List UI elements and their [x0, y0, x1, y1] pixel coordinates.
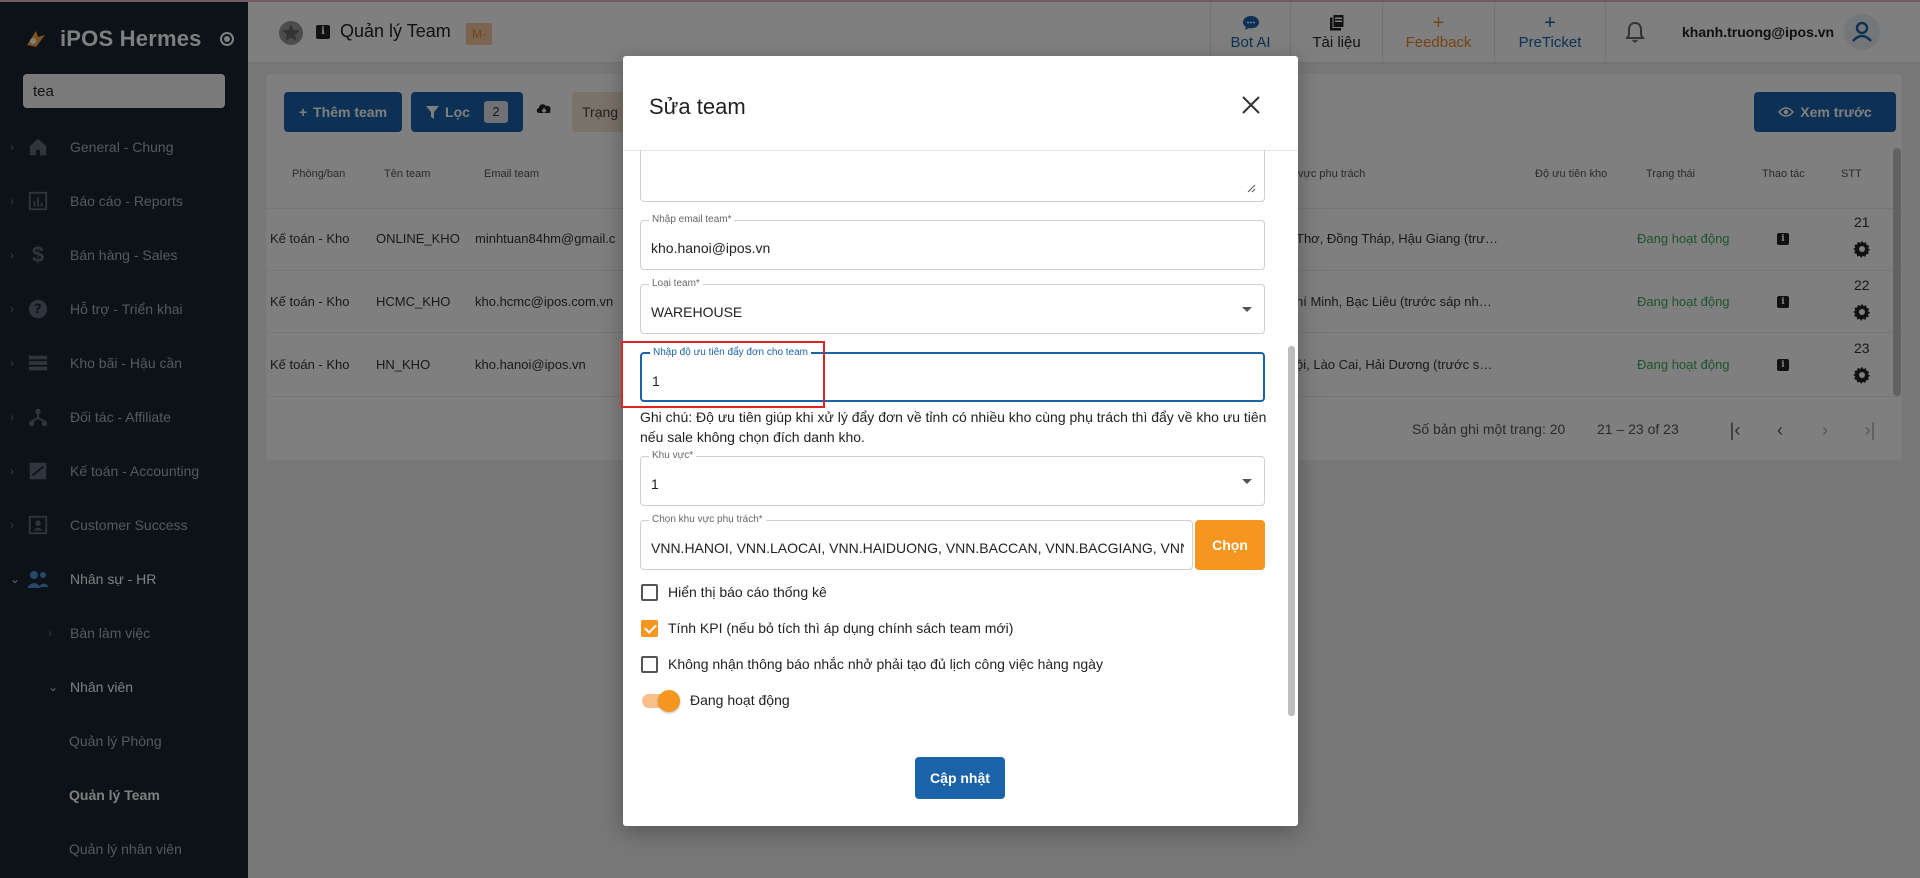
annotation-highlight-box [621, 341, 825, 408]
no-notify-checkbox-row[interactable]: Không nhận thông báo nhắc nhở phải tạo đ… [641, 654, 1103, 674]
edit-team-dialog: Sửa team Nhập email team* kho.hanoi@ipos… [623, 56, 1298, 826]
region-select[interactable]: Khu vực* 1 [640, 450, 1265, 506]
priority-hint: Ghi chú: Độ ưu tiên giúp khi xử lý đẩy đ… [640, 409, 1267, 445]
update-button[interactable]: Cập nhật [915, 757, 1005, 799]
no-notify-checkbox[interactable] [641, 655, 658, 673]
dialog-scrollbar[interactable] [1288, 346, 1295, 716]
description-textarea[interactable] [640, 150, 1265, 202]
no-notify-label: Không nhận thông báo nhắc nhở phải tạo đ… [668, 656, 1103, 672]
email-field[interactable]: Nhập email team* kho.hanoi@ipos.vn [640, 214, 1265, 270]
show-report-label: Hiển thị báo cáo thống kê [668, 584, 827, 600]
team-type-select[interactable]: Loại team* WAREHOUSE [640, 278, 1265, 334]
show-report-checkbox[interactable] [641, 583, 658, 601]
email-field-label: Nhập email team* [649, 214, 735, 225]
active-toggle-label: Đang hoạt động [690, 692, 790, 708]
choose-areas-button[interactable]: Chọn [1195, 520, 1265, 570]
show-report-checkbox-row[interactable]: Hiển thị báo cáo thống kê [641, 582, 827, 602]
kpi-checkbox[interactable] [641, 619, 658, 637]
region-label: Khu vực* [649, 450, 697, 461]
team-type-value: WAREHOUSE [651, 304, 743, 320]
resize-handle-icon[interactable] [1247, 184, 1256, 193]
active-toggle[interactable] [640, 690, 680, 712]
close-icon[interactable] [1240, 94, 1262, 116]
dropdown-arrow-icon [1242, 479, 1252, 484]
areas-field[interactable]: Chọn khu vực phụ trách* VNN.HANOI, VNN.L… [640, 514, 1193, 570]
kpi-label: Tính KPI (nếu bỏ tích thì áp dụng chính … [668, 620, 1014, 636]
dialog-title: Sửa team [649, 94, 746, 119]
region-value: 1 [651, 476, 659, 492]
dropdown-arrow-icon [1242, 307, 1252, 312]
areas-label: Chọn khu vực phụ trách* [649, 514, 766, 525]
active-toggle-row[interactable]: Đang hoạt động [640, 690, 790, 712]
areas-value: VNN.HANOI, VNN.LAOCAI, VNN.HAIDUONG, VNN… [651, 540, 1184, 556]
team-type-label: Loại team* [649, 278, 703, 289]
email-field-value: kho.hanoi@ipos.vn [651, 240, 771, 256]
kpi-checkbox-row[interactable]: Tính KPI (nếu bỏ tích thì áp dụng chính … [641, 618, 1013, 638]
